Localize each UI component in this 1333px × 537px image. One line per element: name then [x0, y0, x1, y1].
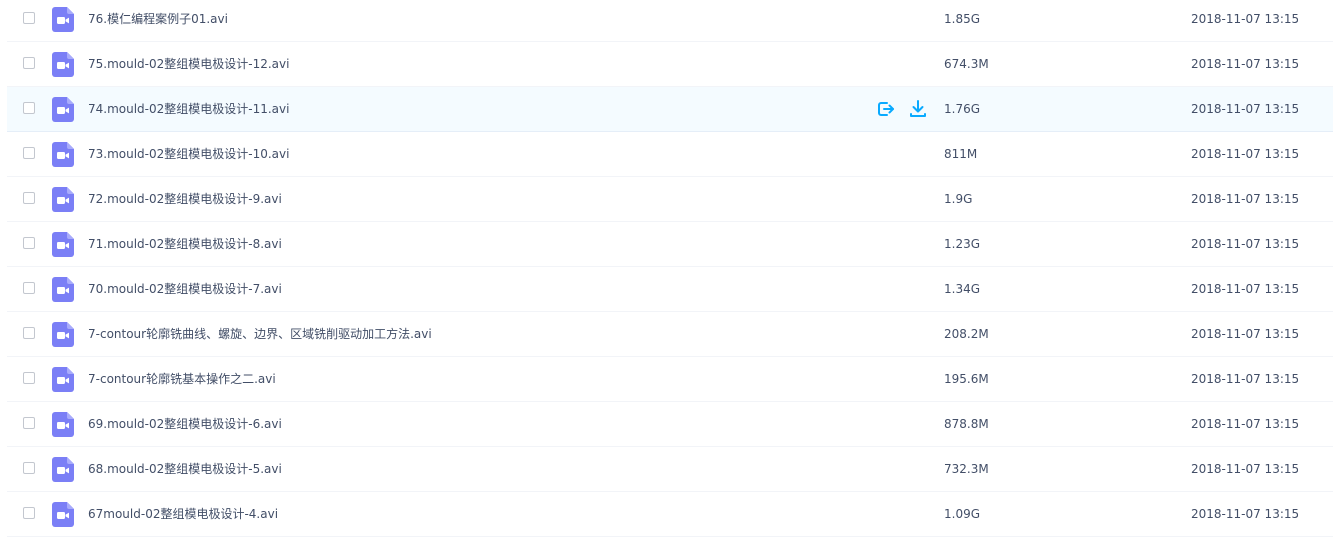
- file-row[interactable]: 69.mould-02整组模电极设计-6.avi 878.8M 2018-11-…: [7, 402, 1333, 447]
- file-size: 1.76G: [944, 102, 981, 116]
- file-modified-time: 2018-11-07 13:15: [1191, 192, 1300, 206]
- file-size: 195.6M: [944, 372, 989, 386]
- file-row[interactable]: 75.mould-02整组模电极设计-12.avi 674.3M 2018-11…: [7, 42, 1333, 87]
- video-file-icon: [52, 322, 74, 347]
- file-size: 208.2M: [944, 327, 989, 341]
- file-name[interactable]: 70.mould-02整组模电极设计-7.avi: [88, 267, 282, 311]
- row-checkbox[interactable]: [23, 57, 35, 69]
- video-file-icon: [52, 142, 74, 167]
- file-size: 1.34G: [944, 282, 981, 296]
- file-name[interactable]: 71.mould-02整组模电极设计-8.avi: [88, 222, 282, 266]
- share-icon[interactable]: [876, 99, 896, 119]
- row-checkbox[interactable]: [23, 192, 35, 204]
- video-file-icon: [52, 277, 74, 302]
- file-modified-time: 2018-11-07 13:15: [1191, 462, 1300, 476]
- file-modified-time: 2018-11-07 13:15: [1191, 12, 1300, 26]
- file-row[interactable]: 71.mould-02整组模电极设计-8.avi 1.23G 2018-11-0…: [7, 222, 1333, 267]
- file-list: 76.模仁编程案例子01.avi 1.85G 2018-11-07 13:15 …: [0, 0, 1333, 537]
- row-checkbox[interactable]: [23, 12, 35, 24]
- file-modified-time: 2018-11-07 13:15: [1191, 57, 1300, 71]
- video-file-icon: [52, 187, 74, 212]
- file-modified-time: 2018-11-07 13:15: [1191, 282, 1300, 296]
- download-icon[interactable]: [908, 99, 928, 119]
- video-file-icon: [52, 97, 74, 122]
- row-checkbox[interactable]: [23, 237, 35, 249]
- file-modified-time: 2018-11-07 13:15: [1191, 237, 1300, 251]
- file-row[interactable]: 7-contour轮廓铣曲线、螺旋、边界、区域铣削驱动加工方法.avi 208.…: [7, 312, 1333, 357]
- video-file-icon: [52, 232, 74, 257]
- file-name[interactable]: 72.mould-02整组模电极设计-9.avi: [88, 177, 282, 221]
- file-row[interactable]: 68.mould-02整组模电极设计-5.avi 732.3M 2018-11-…: [7, 447, 1333, 492]
- file-row[interactable]: 74.mould-02整组模电极设计-11.avi 1.76G 2018-11-…: [7, 87, 1333, 132]
- row-checkbox[interactable]: [23, 282, 35, 294]
- file-size: 732.3M: [944, 462, 989, 476]
- video-file-icon: [52, 502, 74, 527]
- file-size: 1.23G: [944, 237, 981, 251]
- row-actions: [876, 99, 928, 119]
- file-name[interactable]: 75.mould-02整组模电极设计-12.avi: [88, 42, 289, 86]
- file-size: 878.8M: [944, 417, 989, 431]
- row-checkbox[interactable]: [23, 507, 35, 519]
- file-modified-time: 2018-11-07 13:15: [1191, 507, 1300, 521]
- file-row[interactable]: 73.mould-02整组模电极设计-10.avi 811M 2018-11-0…: [7, 132, 1333, 177]
- row-checkbox[interactable]: [23, 147, 35, 159]
- video-file-icon: [52, 7, 74, 32]
- row-checkbox[interactable]: [23, 372, 35, 384]
- file-modified-time: 2018-11-07 13:15: [1191, 147, 1300, 161]
- file-modified-time: 2018-11-07 13:15: [1191, 102, 1300, 116]
- file-name[interactable]: 76.模仁编程案例子01.avi: [88, 0, 228, 41]
- video-file-icon: [52, 412, 74, 437]
- file-name[interactable]: 73.mould-02整组模电极设计-10.avi: [88, 132, 289, 176]
- video-file-icon: [52, 457, 74, 482]
- file-size: 1.9G: [944, 192, 973, 206]
- video-file-icon: [52, 52, 74, 77]
- file-modified-time: 2018-11-07 13:15: [1191, 417, 1300, 431]
- file-size: 674.3M: [944, 57, 989, 71]
- file-row[interactable]: 67mould-02整组模电极设计-4.avi 1.09G 2018-11-07…: [7, 492, 1333, 537]
- row-checkbox[interactable]: [23, 462, 35, 474]
- file-modified-time: 2018-11-07 13:15: [1191, 327, 1300, 341]
- file-name[interactable]: 69.mould-02整组模电极设计-6.avi: [88, 402, 282, 446]
- video-file-icon: [52, 367, 74, 392]
- row-checkbox[interactable]: [23, 417, 35, 429]
- file-size: 811M: [944, 147, 978, 161]
- file-name[interactable]: 67mould-02整组模电极设计-4.avi: [88, 492, 278, 536]
- file-size: 1.09G: [944, 507, 981, 521]
- row-checkbox[interactable]: [23, 327, 35, 339]
- file-row[interactable]: 70.mould-02整组模电极设计-7.avi 1.34G 2018-11-0…: [7, 267, 1333, 312]
- file-row[interactable]: 7-contour轮廓铣基本操作之二.avi 195.6M 2018-11-07…: [7, 357, 1333, 402]
- file-name[interactable]: 7-contour轮廓铣基本操作之二.avi: [88, 357, 276, 401]
- file-name[interactable]: 74.mould-02整组模电极设计-11.avi: [88, 87, 289, 131]
- file-row[interactable]: 72.mould-02整组模电极设计-9.avi 1.9G 2018-11-07…: [7, 177, 1333, 222]
- file-size: 1.85G: [944, 12, 981, 26]
- file-modified-time: 2018-11-07 13:15: [1191, 372, 1300, 386]
- row-checkbox[interactable]: [23, 102, 35, 114]
- file-name[interactable]: 7-contour轮廓铣曲线、螺旋、边界、区域铣削驱动加工方法.avi: [88, 312, 432, 356]
- file-name[interactable]: 68.mould-02整组模电极设计-5.avi: [88, 447, 282, 491]
- file-row[interactable]: 76.模仁编程案例子01.avi 1.85G 2018-11-07 13:15: [7, 0, 1333, 42]
